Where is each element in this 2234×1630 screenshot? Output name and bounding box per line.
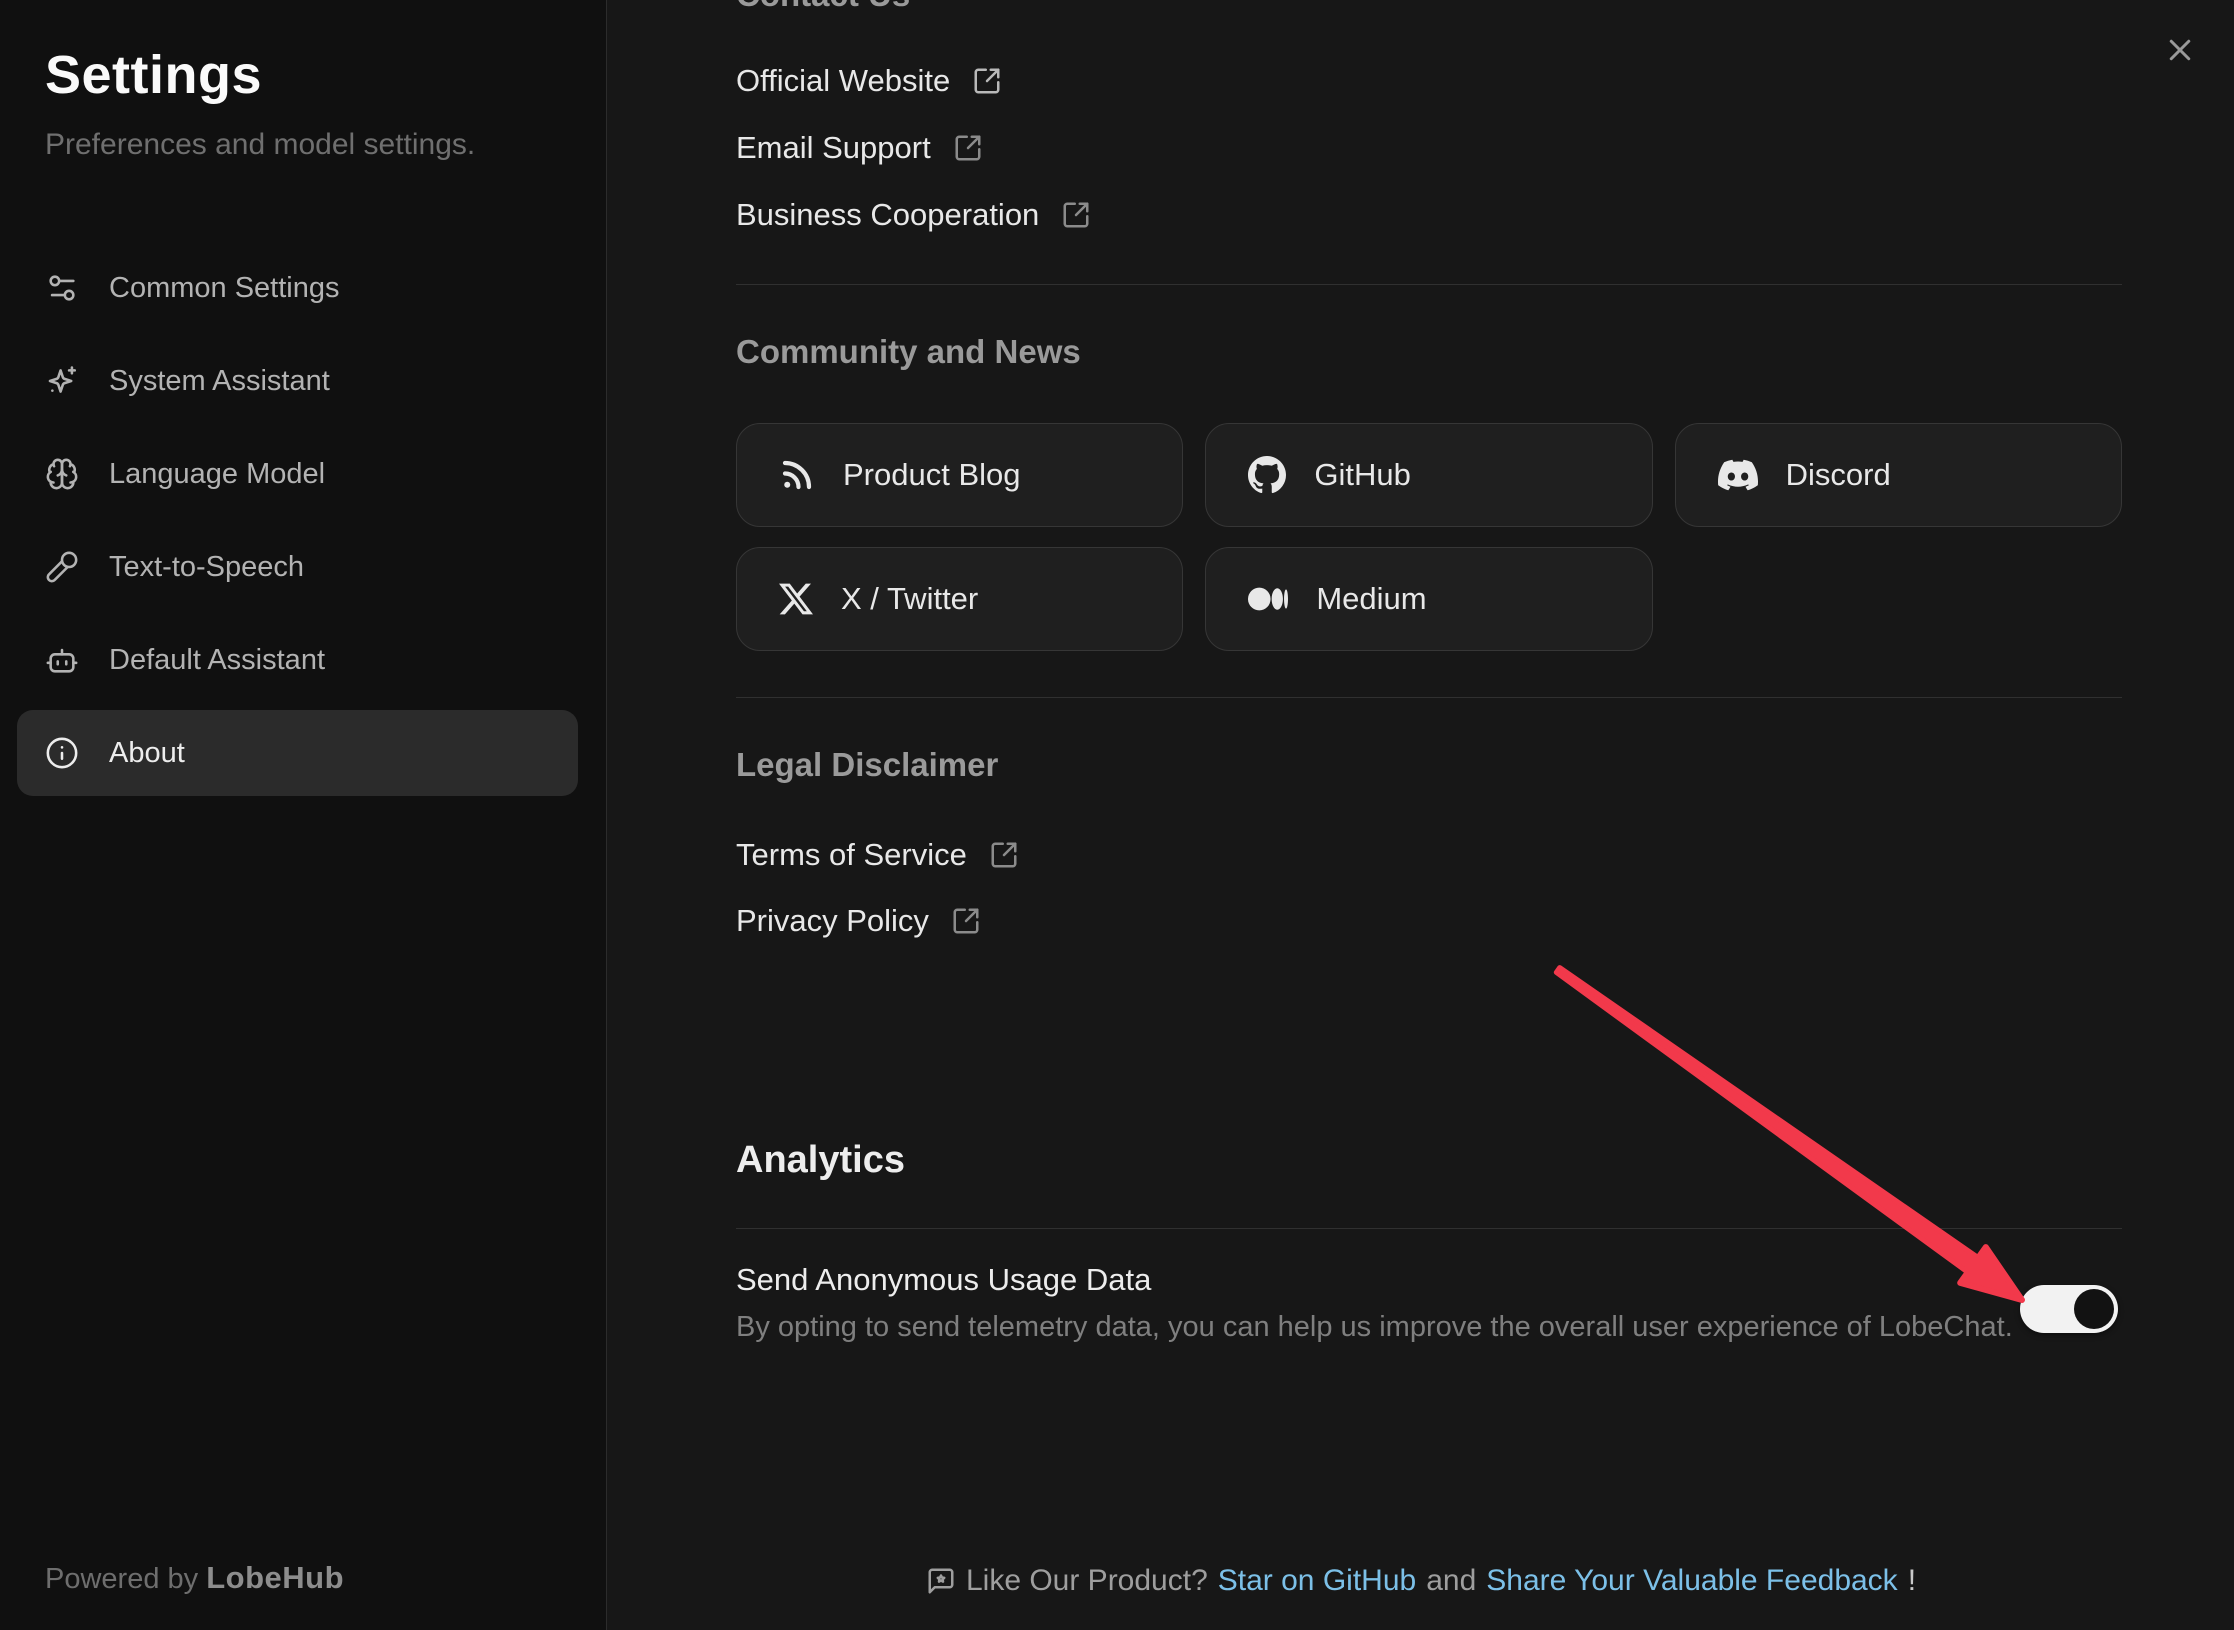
section-divider — [736, 1228, 2122, 1229]
about-panel: Contact Us Official Website Email Suppor… — [608, 0, 2234, 1630]
button-label: GitHub — [1314, 457, 1410, 493]
telemetry-toggle[interactable] — [2020, 1285, 2118, 1333]
terms-of-service-link[interactable]: Terms of Service — [736, 832, 1019, 878]
sidebar-item-default-assistant[interactable]: Default Assistant — [17, 617, 578, 703]
feedback-footer: Like Our Product? Star on GitHub and Sha… — [608, 1560, 2234, 1602]
external-link-icon — [972, 66, 1002, 96]
toggle-knob — [2074, 1289, 2114, 1329]
sidebar-item-system-assistant[interactable]: System Assistant — [17, 338, 578, 424]
footer-text: Like Our Product? — [966, 1564, 1208, 1598]
button-label: Discord — [1786, 457, 1891, 493]
link-label: Terms of Service — [736, 837, 967, 873]
sidebar-item-label: System Assistant — [109, 365, 330, 398]
sidebar-item-label: Text-to-Speech — [109, 551, 304, 584]
business-cooperation-link[interactable]: Business Cooperation — [736, 192, 1091, 238]
analytics-heading: Analytics — [736, 1141, 905, 1179]
close-icon — [2165, 35, 2195, 65]
product-blog-button[interactable]: Product Blog — [736, 423, 1183, 527]
link-label: Business Cooperation — [736, 197, 1039, 233]
sparkles-icon — [45, 364, 79, 398]
info-icon — [45, 736, 79, 770]
external-link-icon — [1061, 200, 1091, 230]
button-label: Product Blog — [843, 457, 1021, 493]
brain-icon — [45, 457, 79, 491]
discord-button[interactable]: Discord — [1675, 423, 2122, 527]
privacy-policy-link[interactable]: Privacy Policy — [736, 898, 981, 944]
medium-button[interactable]: Medium — [1205, 547, 1652, 651]
discord-icon — [1718, 455, 1758, 495]
settings-sidebar: Settings Preferences and model settings.… — [0, 0, 607, 1630]
github-button[interactable]: GitHub — [1205, 423, 1652, 527]
button-label: Medium — [1316, 581, 1426, 617]
sidebar-item-label: Common Settings — [109, 272, 340, 305]
medium-icon — [1248, 579, 1288, 619]
powered-by-text: Powered by — [45, 1563, 198, 1595]
external-link-icon — [953, 133, 983, 163]
rss-icon — [779, 457, 815, 493]
community-buttons: Product Blog GitHub Discord X / Twitter … — [736, 423, 2122, 651]
mic-icon — [45, 550, 79, 584]
close-button[interactable] — [2158, 28, 2202, 72]
external-link-icon — [951, 906, 981, 936]
legal-heading: Legal Disclaimer — [736, 748, 998, 781]
link-label: Email Support — [736, 130, 931, 166]
community-heading: Community and News — [736, 335, 1081, 368]
sidebar-item-text-to-speech[interactable]: Text-to-Speech — [17, 524, 578, 610]
star-on-github-link[interactable]: Star on GitHub — [1218, 1564, 1416, 1598]
settings-modal: { "window": { "close_label": "close" }, … — [0, 0, 2234, 1630]
button-label: X / Twitter — [841, 581, 978, 617]
bot-icon — [45, 643, 79, 677]
feedback-icon — [926, 1566, 956, 1596]
sidebar-item-common-settings[interactable]: Common Settings — [17, 245, 578, 331]
link-label: Official Website — [736, 63, 950, 99]
powered-by: Powered by LobeHub — [45, 1560, 344, 1596]
contact-us-heading: Contact Us — [736, 0, 910, 11]
official-website-link[interactable]: Official Website — [736, 58, 1002, 104]
sidebar-item-language-model[interactable]: Language Model — [17, 431, 578, 517]
sidebar-item-label: About — [109, 737, 185, 770]
email-support-link[interactable]: Email Support — [736, 125, 983, 171]
section-divider — [736, 284, 2122, 285]
link-label: Privacy Policy — [736, 903, 929, 939]
external-link-icon — [989, 840, 1019, 870]
x-twitter-icon — [779, 582, 813, 616]
footer-text: ! — [1908, 1564, 1916, 1598]
page-title: Settings — [45, 44, 262, 106]
x-twitter-button[interactable]: X / Twitter — [736, 547, 1183, 651]
sliders-icon — [45, 271, 79, 305]
sidebar-item-label: Default Assistant — [109, 644, 325, 677]
page-subtitle: Preferences and model settings. — [45, 128, 475, 162]
share-feedback-link[interactable]: Share Your Valuable Feedback — [1486, 1564, 1897, 1598]
sidebar-item-label: Language Model — [109, 458, 325, 491]
lobehub-logo: LobeHub — [206, 1560, 344, 1595]
telemetry-toggle-label: Send Anonymous Usage Data — [736, 1264, 1151, 1296]
settings-nav: Common Settings System Assistant Languag… — [17, 245, 578, 803]
footer-text: and — [1426, 1564, 1476, 1598]
github-icon — [1248, 456, 1286, 494]
sidebar-item-about[interactable]: About — [17, 710, 578, 796]
telemetry-toggle-description: By opting to send telemetry data, you ca… — [736, 1312, 2013, 1342]
section-divider — [736, 697, 2122, 698]
